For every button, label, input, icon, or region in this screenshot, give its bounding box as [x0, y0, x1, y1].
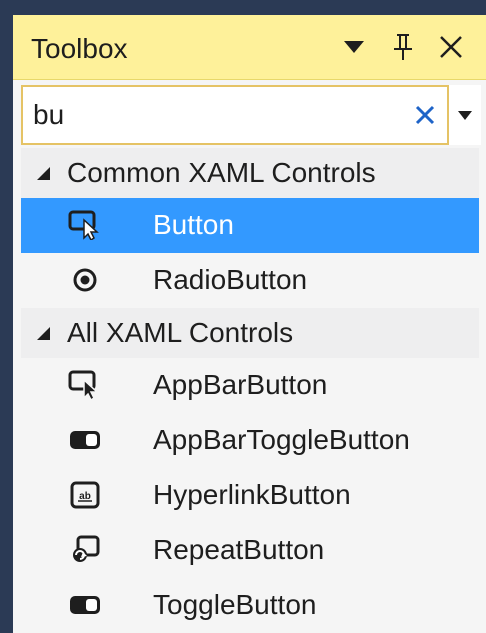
- item-label: AppBarToggleButton: [153, 424, 410, 455]
- toolbox-item-appbartogglebutton[interactable]: AppBarToggleButton: [21, 413, 479, 468]
- expanded-arrow-icon[interactable]: [35, 325, 51, 341]
- expanded-arrow-icon[interactable]: [35, 165, 51, 181]
- pin-button[interactable]: [385, 29, 421, 65]
- close-button[interactable]: [433, 29, 469, 65]
- toolbox-title-bar: Toolbox: [13, 15, 486, 80]
- item-label: AppBarButton: [153, 369, 328, 400]
- clear-x-icon: [415, 105, 435, 125]
- toolbox-panel: Toolbox bu Common XAML Controls Button R…: [13, 15, 486, 633]
- toolbox-item-radiobutton[interactable]: RadioButton: [21, 253, 479, 308]
- group-label: All XAML Controls: [67, 317, 294, 348]
- item-label: RepeatButton: [153, 534, 325, 565]
- clear-search-button[interactable]: [407, 97, 443, 133]
- toolbox-item-repeatbutton[interactable]: RepeatButton: [21, 523, 479, 578]
- toolbox-item-list: Common XAML Controls Button RadioButton: [21, 148, 479, 633]
- group-header-all-xaml-controls[interactable]: All XAML Controls: [21, 308, 479, 358]
- hyperlink-button-icon: ab: [65, 478, 105, 512]
- button-control-icon: [65, 208, 105, 242]
- toggle-button-icon: [65, 588, 105, 622]
- group-label: Common XAML Controls: [67, 157, 376, 188]
- toolbox-item-togglebutton[interactable]: ToggleButton: [21, 578, 479, 633]
- toggle-button-icon: [65, 423, 105, 457]
- triangle-down-icon: [344, 41, 364, 53]
- repeat-button-icon: [65, 533, 105, 567]
- pin-icon: [394, 34, 412, 60]
- window-position-button[interactable]: [336, 29, 372, 65]
- group-header-common-xaml-controls[interactable]: Common XAML Controls: [21, 148, 479, 198]
- toolbox-item-appbarbutton[interactable]: AppBarButton: [21, 358, 479, 413]
- item-label: Button: [153, 209, 234, 240]
- toolbox-item-hyperlinkbutton[interactable]: ab HyperlinkButton: [21, 468, 479, 523]
- item-label: HyperlinkButton: [153, 479, 351, 510]
- toolbox-title: Toolbox: [31, 33, 128, 64]
- radio-button-icon: [65, 263, 105, 297]
- search-options-dropdown[interactable]: [447, 85, 481, 145]
- button-control-icon: [65, 368, 105, 402]
- search-input[interactable]: [33, 87, 393, 143]
- item-label: ToggleButton: [153, 589, 317, 620]
- item-label: RadioButton: [153, 264, 308, 295]
- close-icon: [440, 36, 462, 58]
- dropdown-arrow-icon: [458, 110, 472, 120]
- toolbox-item-button[interactable]: Button: [21, 198, 479, 253]
- search-box: [21, 85, 481, 145]
